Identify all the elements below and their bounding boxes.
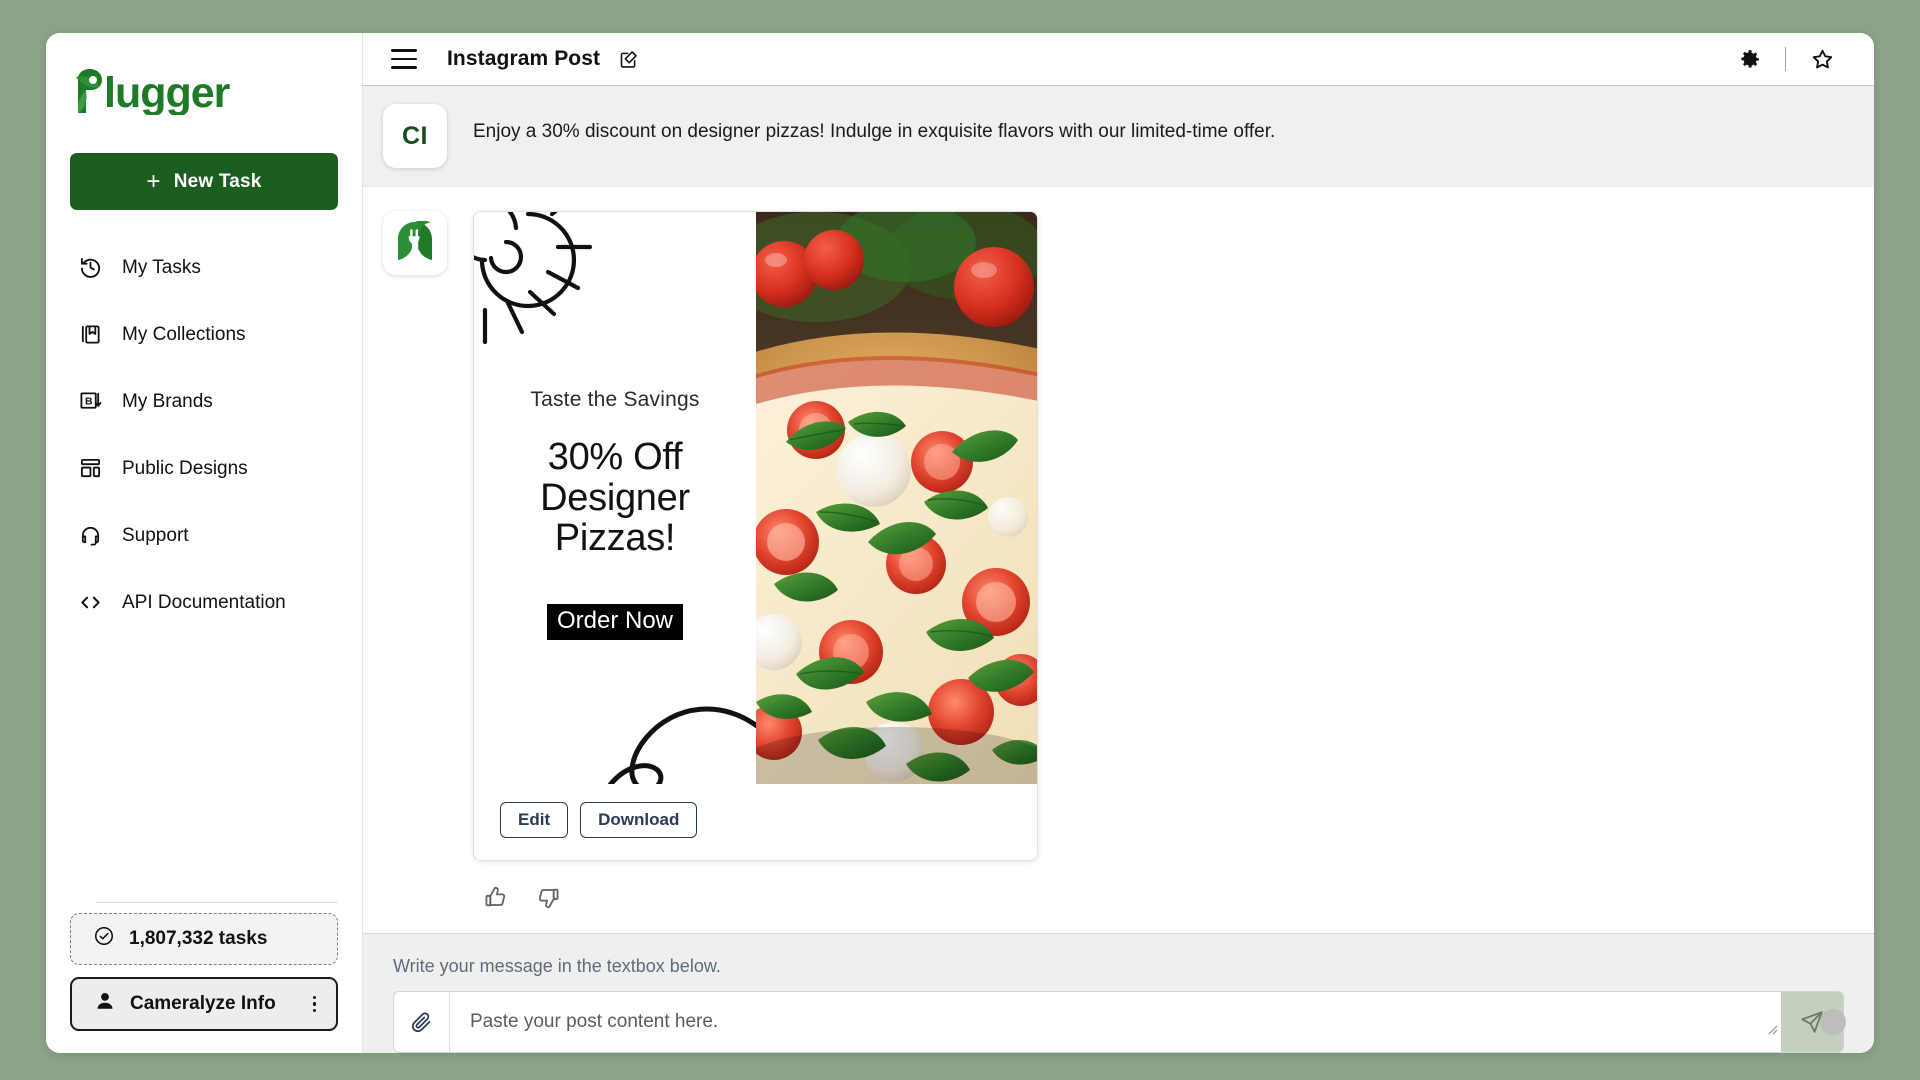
top-bar-actions — [1727, 37, 1844, 81]
feedback-row — [473, 861, 1844, 914]
assistant-avatar — [383, 211, 447, 275]
message-composer: Write your message in the textbox below. — [363, 933, 1874, 1053]
sidebar-item-label: My Brands — [122, 390, 213, 412]
history-icon — [79, 256, 102, 279]
page-title: Instagram Post — [447, 47, 601, 70]
design-photo — [756, 212, 1037, 784]
headset-icon — [79, 524, 102, 547]
design-left-panel: Taste the Savings 30% Off Designer Pizza… — [474, 212, 756, 784]
star-outline-icon[interactable] — [1800, 37, 1844, 81]
toolbar-divider — [1785, 47, 1786, 71]
sidebar-nav: My Tasks My Collections B My Brands Publ… — [46, 244, 362, 646]
design-cta: Order Now — [474, 604, 756, 640]
design-preview[interactable]: Taste the Savings 30% Off Designer Pizza… — [474, 212, 1037, 784]
sidebar-item-label: Support — [122, 524, 189, 546]
svg-text:lugger: lugger — [104, 69, 231, 115]
sidebar: lugger + New Task My Tasks My Collection… — [46, 33, 363, 1053]
design-headline-line: Designer — [540, 476, 690, 519]
edit-button[interactable]: Edit — [500, 802, 569, 838]
user-message-text: Enjoy a 30% discount on designer pizzas!… — [473, 121, 1276, 142]
gear-icon[interactable] — [1727, 37, 1771, 81]
svg-text:B: B — [85, 396, 93, 408]
avatar-initials: CI — [402, 121, 428, 150]
account-name-label: Cameralyze Info — [130, 993, 276, 1014]
user-avatar-icon — [94, 990, 116, 1018]
assistant-body: Taste the Savings 30% Off Designer Pizza… — [473, 211, 1844, 914]
check-circle-icon — [93, 925, 115, 953]
composer-hint: Write your message in the textbox below. — [393, 956, 721, 976]
design-headline-line: 30% Off — [547, 436, 683, 478]
sidebar-footer: 1,807,332 tasks Cameralyze Info — [70, 913, 338, 1031]
main-panel: Instagram Post CI Enjoy a 30% discount o… — [363, 33, 1874, 1053]
sidebar-item-public-designs[interactable]: Public Designs — [70, 445, 338, 492]
paperclip-icon[interactable] — [394, 992, 450, 1052]
sidebar-item-label: My Collections — [122, 323, 246, 345]
design-result-card: Taste the Savings 30% Off Designer Pizza… — [473, 211, 1038, 861]
assistant-message: Taste the Savings 30% Off Designer Pizza… — [363, 187, 1874, 924]
tasks-count-label: 1,807,332 tasks — [129, 928, 268, 949]
sidebar-item-support[interactable]: Support — [70, 512, 338, 559]
account-button[interactable]: Cameralyze Info — [70, 977, 338, 1031]
app-logo[interactable]: lugger — [46, 33, 362, 141]
tasks-count-badge[interactable]: 1,807,332 tasks — [70, 913, 338, 965]
app-window: lugger + New Task My Tasks My Collection… — [46, 33, 1874, 1053]
swirl-doodle-icon — [607, 706, 756, 784]
sidebar-divider — [96, 902, 338, 903]
layout-grid-icon — [79, 457, 102, 480]
sidebar-item-my-collections[interactable]: My Collections — [70, 311, 338, 358]
new-task-label: New Task — [173, 170, 262, 192]
new-task-button[interactable]: + New Task — [70, 153, 338, 210]
design-actions: Edit Download — [474, 784, 1037, 860]
message-input[interactable] — [450, 992, 1781, 1052]
user-message: CI Enjoy a 30% discount on designer pizz… — [363, 86, 1874, 187]
sidebar-item-my-brands[interactable]: B My Brands — [70, 378, 338, 425]
design-headline: 30% Off Designer Pizzas! — [474, 437, 756, 559]
code-brackets-icon — [79, 591, 102, 614]
sidebar-item-label: Public Designs — [122, 457, 248, 479]
sidebar-item-label: API Documentation — [122, 591, 286, 613]
composer-box — [393, 991, 1844, 1053]
sidebar-item-my-tasks[interactable]: My Tasks — [70, 244, 338, 291]
sidebar-item-api-documentation[interactable]: API Documentation — [70, 579, 338, 626]
thumbs-down-icon[interactable] — [532, 881, 565, 914]
status-indicator-dot[interactable] — [1820, 1009, 1846, 1035]
hamburger-icon[interactable] — [391, 49, 417, 69]
brand-box-icon: B — [79, 390, 102, 413]
sidebar-item-label: My Tasks — [122, 256, 201, 278]
conversation-area: CI Enjoy a 30% discount on designer pizz… — [363, 86, 1874, 933]
download-button[interactable]: Download — [580, 802, 698, 838]
plugger-logo-mark-icon — [397, 219, 433, 266]
sun-doodle-icon — [474, 212, 593, 345]
thumbs-up-icon[interactable] — [479, 881, 512, 914]
design-cta-label: Order Now — [546, 604, 684, 640]
plus-icon: + — [146, 167, 161, 195]
account-menu-icon[interactable] — [309, 992, 321, 1017]
user-avatar: CI — [383, 104, 447, 168]
design-headline-line: Pizzas! — [554, 517, 676, 560]
design-kicker-text: Taste the Savings — [530, 388, 700, 411]
edit-square-icon[interactable] — [618, 49, 639, 70]
top-bar: Instagram Post — [363, 33, 1874, 86]
collections-icon — [79, 323, 102, 346]
